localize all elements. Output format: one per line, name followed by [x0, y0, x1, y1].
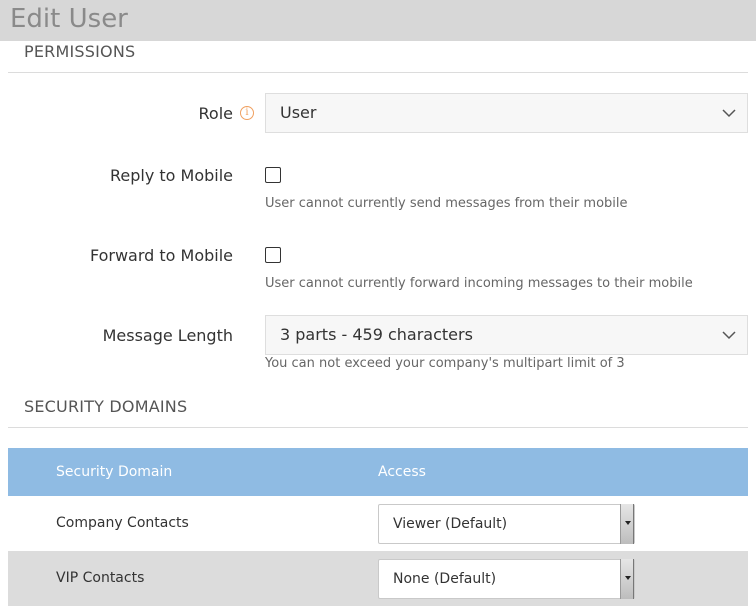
forward-to-mobile-checkbox[interactable] [265, 247, 281, 263]
message-length-label: Message Length [102, 326, 233, 345]
access-select-value: None (Default) [393, 571, 497, 587]
forward-to-mobile-label: Forward to Mobile [89, 246, 233, 265]
info-icon[interactable]: i [240, 106, 254, 120]
table-row: VIP Contacts None (Default) [8, 551, 748, 606]
role-label: Role [198, 104, 233, 123]
reply-to-mobile-label: Reply to Mobile [109, 166, 233, 185]
chevron-down-icon [722, 109, 736, 118]
security-domain-name: Company Contacts [56, 515, 189, 531]
permissions-section-title: PERMISSIONS [24, 42, 136, 61]
column-header-access: Access [378, 464, 426, 480]
reply-to-mobile-checkbox[interactable] [265, 167, 281, 183]
security-domain-name: VIP Contacts [56, 570, 145, 586]
message-length-help: You can not exceed your company's multip… [265, 356, 625, 371]
title-bar: Edit User [0, 0, 756, 41]
access-select[interactable]: None (Default) [378, 559, 635, 599]
access-select-value: Viewer (Default) [393, 516, 508, 532]
access-select[interactable]: Viewer (Default) [378, 504, 635, 544]
role-select-value: User [280, 103, 317, 122]
reply-to-mobile-help: User cannot currently send messages from… [265, 196, 628, 211]
role-select[interactable]: User [265, 93, 748, 133]
security-domains-table-header: Security Domain Access [8, 448, 748, 496]
forward-to-mobile-help: User cannot currently forward incoming m… [265, 276, 693, 291]
chevron-down-icon [722, 331, 736, 340]
page-title: Edit User [10, 4, 128, 34]
security-domains-divider [8, 427, 748, 428]
message-length-select-value: 3 parts - 459 characters [280, 325, 473, 344]
dropdown-arrow-icon[interactable] [620, 559, 634, 599]
dropdown-arrow-icon[interactable] [620, 504, 634, 544]
table-row: Company Contacts Viewer (Default) [8, 496, 748, 551]
security-domains-section-title: SECURITY DOMAINS [24, 397, 188, 416]
permissions-divider [8, 72, 748, 73]
message-length-select[interactable]: 3 parts - 459 characters [265, 315, 748, 355]
column-header-security-domain: Security Domain [56, 464, 173, 480]
